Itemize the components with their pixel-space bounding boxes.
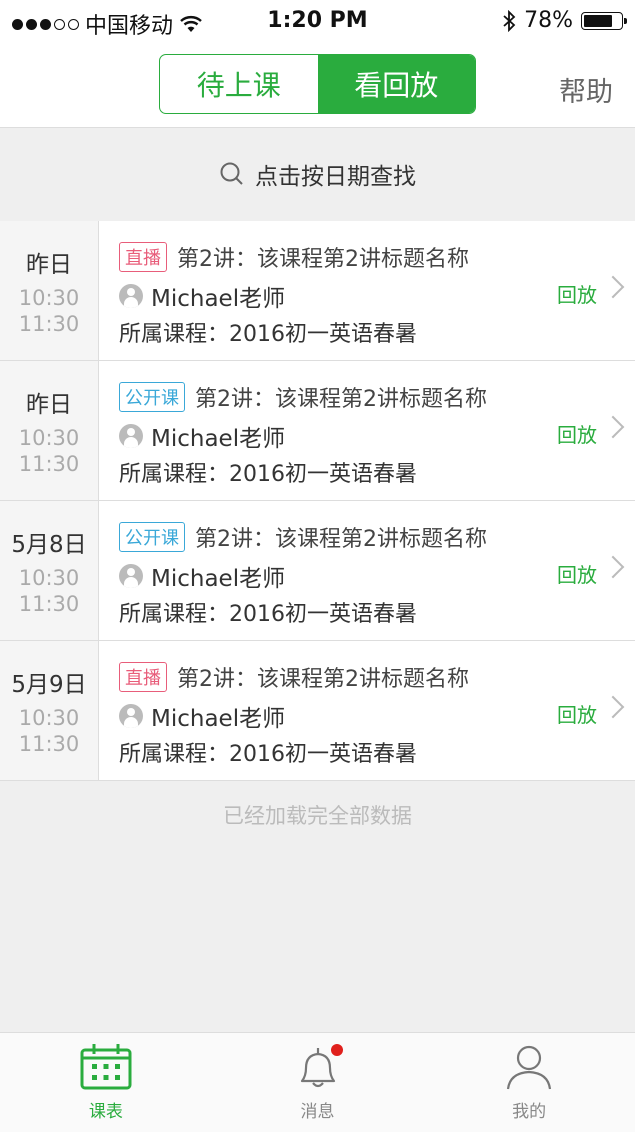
user-icon bbox=[507, 1045, 552, 1090]
lesson-date-column: 5月8日 10:30 11:30 bbox=[0, 501, 99, 640]
lesson-tag-open: 公开课 bbox=[119, 382, 185, 412]
chevron-right-icon bbox=[601, 275, 625, 299]
bell-icon bbox=[300, 1044, 343, 1088]
lesson-teacher: Michael老师 bbox=[151, 426, 286, 452]
lesson-teacher: Michael老师 bbox=[151, 286, 286, 312]
replay-link[interactable]: 回放 bbox=[557, 559, 597, 588]
chevron-right-icon bbox=[601, 695, 625, 719]
lesson-tag-open: 公开课 bbox=[119, 522, 185, 552]
lesson-tag-live: 直播 bbox=[119, 662, 167, 692]
lesson-course: 所属课程：2016初一英语春暑 bbox=[119, 322, 417, 347]
list-end-message: 已经加载完全部数据 bbox=[223, 804, 412, 828]
tab-me-label: 我的 bbox=[512, 1102, 547, 1122]
help-button[interactable]: 帮助 bbox=[559, 70, 613, 109]
calendar-icon bbox=[80, 1044, 132, 1090]
tab-schedule[interactable]: 课表 bbox=[0, 1033, 212, 1132]
lesson-course: 所属课程：2016初一英语春暑 bbox=[119, 602, 417, 627]
lesson-content: 直播 第2讲：该课程第2讲标题名称 Michael老师 所属课程：2016初一英语… bbox=[99, 641, 635, 780]
teacher-avatar-icon bbox=[119, 564, 143, 588]
tab-messages[interactable]: 消息 bbox=[212, 1033, 424, 1132]
lesson-start-time: 10:30 bbox=[18, 705, 80, 730]
notification-badge bbox=[330, 1044, 343, 1056]
lesson-teacher: Michael老师 bbox=[151, 566, 286, 592]
lesson-row[interactable]: 5月8日 10:30 11:30 公开课 第2讲：该课程第2讲标题名称 Micha… bbox=[0, 501, 635, 641]
replay-link[interactable]: 回放 bbox=[557, 279, 597, 308]
teacher-avatar-icon bbox=[119, 704, 143, 728]
lesson-end-time: 11:30 bbox=[18, 451, 80, 476]
lesson-date: 昨日 bbox=[26, 251, 72, 278]
tab-replay[interactable]: 看回放 bbox=[317, 55, 475, 113]
lesson-list: 昨日 10:30 11:30 直播 第2讲：该课程第2讲标题名称 Michael老… bbox=[0, 221, 635, 781]
lesson-content: 公开课 第2讲：该课程第2讲标题名称 Michael老师 所属课程：2016初一英… bbox=[99, 501, 635, 640]
teacher-avatar-icon bbox=[119, 424, 143, 448]
tab-me[interactable]: 我的 bbox=[423, 1033, 635, 1132]
tab-upcoming[interactable]: 待上课 bbox=[160, 55, 318, 113]
lesson-title: 第2讲：该课程第2讲标题名称 bbox=[195, 527, 487, 552]
lesson-end-time: 11:30 bbox=[18, 731, 80, 756]
replay-link[interactable]: 回放 bbox=[557, 419, 597, 448]
lesson-date-column: 昨日 10:30 11:30 bbox=[0, 221, 99, 360]
lesson-course: 所属课程：2016初一英语春暑 bbox=[119, 742, 417, 767]
lesson-start-time: 10:30 bbox=[18, 425, 80, 450]
chevron-right-icon bbox=[601, 415, 625, 439]
lesson-tag-live: 直播 bbox=[119, 242, 167, 272]
replay-link[interactable]: 回放 bbox=[557, 699, 597, 728]
lesson-date: 5月8日 bbox=[11, 531, 87, 558]
lesson-content: 直播 第2讲：该课程第2讲标题名称 Michael老师 所属课程：2016初一英语… bbox=[99, 221, 635, 360]
lesson-date-column: 昨日 10:30 11:30 bbox=[0, 361, 99, 500]
status-right: 78% bbox=[502, 8, 627, 33]
battery-icon bbox=[581, 11, 627, 30]
bluetooth-icon bbox=[503, 9, 516, 32]
lesson-end-time: 11:30 bbox=[18, 311, 80, 336]
lesson-title: 第2讲：该课程第2讲标题名称 bbox=[177, 247, 469, 272]
tab-messages-label: 消息 bbox=[300, 1102, 335, 1122]
lesson-teacher: Michael老师 bbox=[151, 706, 286, 732]
lesson-content: 公开课 第2讲：该课程第2讲标题名称 Michael老师 所属课程：2016初一英… bbox=[99, 361, 635, 500]
lesson-date: 昨日 bbox=[26, 391, 72, 418]
tab-schedule-label: 课表 bbox=[88, 1102, 123, 1122]
lesson-date-column: 5月9日 10:30 11:30 bbox=[0, 641, 99, 780]
lesson-start-time: 10:30 bbox=[18, 285, 80, 310]
lesson-row[interactable]: 昨日 10:30 11:30 公开课 第2讲：该课程第2讲标题名称 Michael… bbox=[0, 361, 635, 501]
search-label: 点击按日期查找 bbox=[255, 164, 416, 190]
status-bar: 中国移动 1:20 PM 78% bbox=[0, 0, 635, 42]
lesson-row[interactable]: 5月9日 10:30 11:30 直播 第2讲：该课程第2讲标题名称 Michae… bbox=[0, 641, 635, 781]
lesson-start-time: 10:30 bbox=[18, 565, 80, 590]
nav-bar: 待上课 看回放 帮助 bbox=[0, 42, 635, 128]
lesson-title: 第2讲：该课程第2讲标题名称 bbox=[177, 667, 469, 692]
battery-percent: 78% bbox=[524, 8, 573, 33]
lesson-title: 第2讲：该课程第2讲标题名称 bbox=[195, 387, 487, 412]
lesson-row[interactable]: 昨日 10:30 11:30 直播 第2讲：该课程第2讲标题名称 Michael老… bbox=[0, 221, 635, 361]
date-search-button[interactable]: 点击按日期查找 bbox=[0, 128, 635, 220]
segmented-control: 待上课 看回放 bbox=[159, 54, 476, 114]
tab-bar: 课表 消息 我的 bbox=[0, 1032, 635, 1132]
lesson-course: 所属课程：2016初一英语春暑 bbox=[119, 462, 417, 487]
teacher-avatar-icon bbox=[119, 284, 143, 308]
chevron-right-icon bbox=[601, 555, 625, 579]
search-icon bbox=[220, 162, 243, 185]
battery-fill bbox=[584, 14, 613, 27]
lesson-date: 5月9日 bbox=[11, 671, 87, 698]
lesson-end-time: 11:30 bbox=[18, 591, 80, 616]
